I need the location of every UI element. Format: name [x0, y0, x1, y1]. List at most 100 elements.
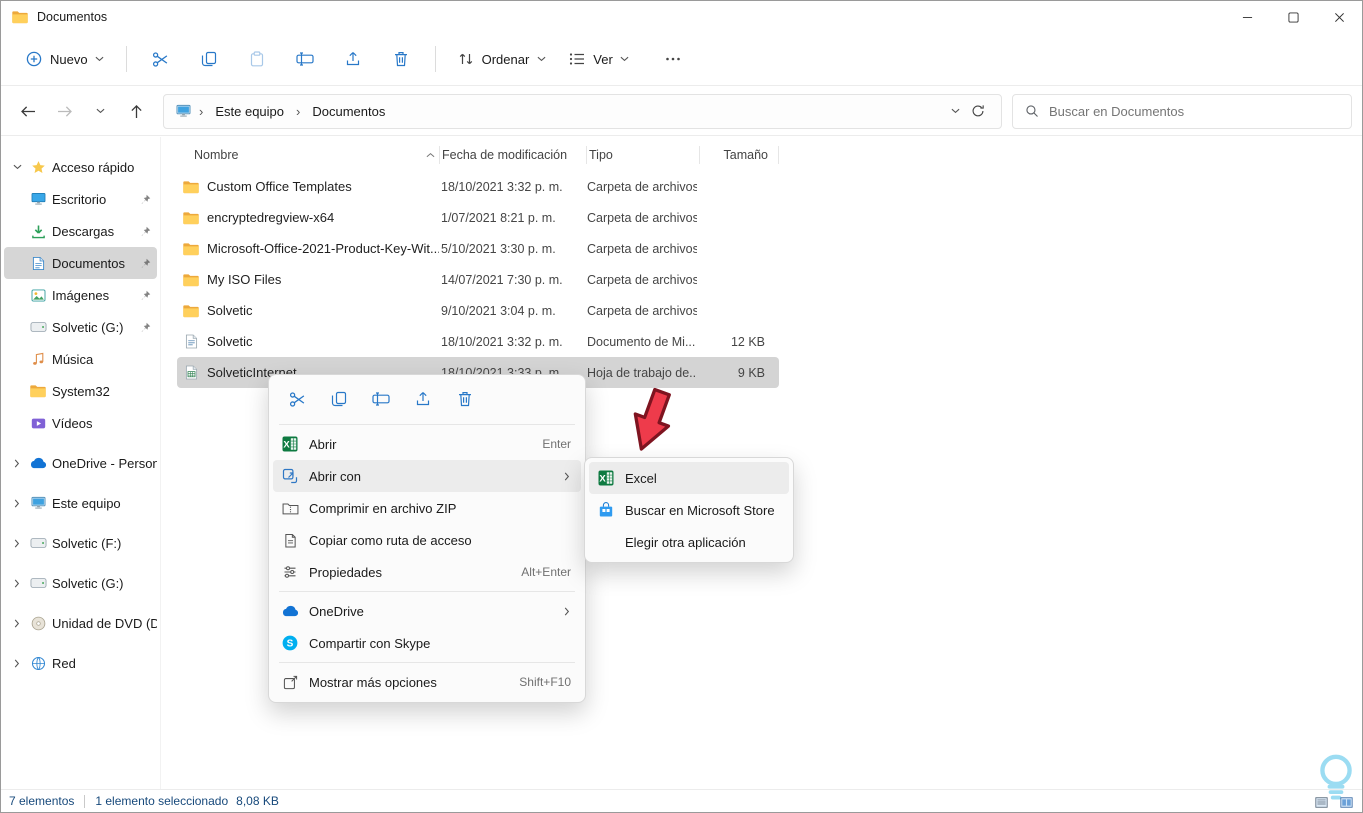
- cut-button[interactable]: [138, 41, 184, 77]
- paste-button[interactable]: [234, 41, 280, 77]
- sort-button[interactable]: Ordenar: [447, 41, 557, 77]
- minimize-button[interactable]: [1224, 1, 1270, 33]
- rename-button[interactable]: [361, 382, 401, 416]
- back-button[interactable]: [11, 94, 45, 128]
- address-dropdown-icon[interactable]: [949, 108, 961, 114]
- column-header-tamano[interactable]: Tamaño: [700, 148, 778, 162]
- sidebar-item-acceso-rapido[interactable]: Acceso rápido: [4, 151, 157, 183]
- file-type: Carpeta de archivos: [587, 179, 697, 194]
- sidebar-item-descargas[interactable]: Descargas: [4, 215, 157, 247]
- column-header-tipo[interactable]: Tipo: [587, 148, 699, 162]
- sidebar-item-este-equipo[interactable]: Este equipo: [4, 487, 157, 519]
- menu-item-comprimir-en-archivo-zip[interactable]: Comprimir en archivo ZIP: [273, 492, 581, 524]
- refresh-icon: [969, 104, 987, 118]
- column-separator[interactable]: [778, 145, 779, 164]
- breadcrumb-this-pc[interactable]: Este equipo: [210, 102, 289, 121]
- menu-item-label: Copiar como ruta de acceso: [309, 532, 472, 548]
- sidebar-nav: Acceso rápido Escritorio Descargas Document…: [1, 137, 161, 789]
- copy-button[interactable]: [186, 41, 232, 77]
- menu-separator: [279, 662, 575, 663]
- file-row-microsoft-office-2021-product-key-wit[interactable]: Microsoft-Office-2021-Product-Key-Wit...…: [177, 233, 779, 264]
- submenu-item-excel[interactable]: X Excel: [589, 462, 789, 494]
- sidebar-item-imagenes[interactable]: Imágenes: [4, 279, 157, 311]
- search-input[interactable]: [1049, 103, 1341, 119]
- folder-icon: [181, 273, 201, 287]
- sidebar-item-unidad-de-dvd-d[interactable]: Unidad de DVD (D:): [4, 607, 157, 639]
- menu-item-abrir[interactable]: X Abrir Enter: [273, 428, 581, 460]
- sidebar-item-solvetic-g[interactable]: Solvetic (G:): [4, 311, 157, 343]
- sidebar-item-label: Unidad de DVD (D:): [52, 615, 157, 631]
- chevron-right-icon[interactable]: [10, 619, 24, 628]
- sidebar-item-red[interactable]: Red: [4, 647, 157, 679]
- chevron-right-icon[interactable]: [10, 459, 24, 468]
- menu-shortcut: Enter: [542, 437, 571, 451]
- details-view-button[interactable]: [1311, 796, 1331, 809]
- delete-button[interactable]: [378, 41, 424, 77]
- menu-item-abrir-con[interactable]: Abrir con: [273, 460, 581, 492]
- chevron-down-icon[interactable]: [10, 164, 24, 170]
- sidebar-item-label: Red: [52, 655, 76, 671]
- forward-button[interactable]: [47, 94, 81, 128]
- file-row-solvetic[interactable]: Solvetic 9/10/2021 3:04 p. m. Carpeta de a…: [177, 295, 779, 326]
- file-row-encryptedregview-x64[interactable]: encryptedregview-x64 1/07/2021 8:21 p. m.…: [177, 202, 779, 233]
- column-header-nombre[interactable]: Nombre: [177, 148, 439, 162]
- file-type: Documento de Mi...: [587, 334, 696, 349]
- view-button[interactable]: Ver: [558, 41, 640, 77]
- file-row-custom-office-templates[interactable]: Custom Office Templates 18/10/2021 3:32 p…: [177, 171, 779, 202]
- share-button[interactable]: [403, 382, 443, 416]
- close-button[interactable]: [1316, 1, 1362, 33]
- file-size: 9 KB: [737, 365, 765, 380]
- rename-button[interactable]: [282, 41, 328, 77]
- maximize-button[interactable]: [1270, 1, 1316, 33]
- file-date: 1/07/2021 8:21 p. m.: [441, 210, 556, 225]
- sidebar-item-label: OneDrive - Personal: [52, 455, 157, 471]
- menu-item-mostrar-mas-opciones[interactable]: Mostrar más opciones Shift+F10: [273, 666, 581, 698]
- menu-item-label: Mostrar más opciones: [309, 674, 437, 690]
- open-with-icon: [281, 468, 299, 484]
- sidebar-item-label: Solvetic (G:): [52, 575, 124, 591]
- chevron-right-icon[interactable]: [10, 659, 24, 668]
- cut-button[interactable]: [277, 382, 317, 416]
- sidebar-item-escritorio[interactable]: Escritorio: [4, 183, 157, 215]
- pin-icon: [140, 226, 157, 237]
- videos-icon: [29, 418, 47, 429]
- new-button[interactable]: Nuevo: [15, 41, 115, 77]
- doc-icon: [181, 334, 201, 349]
- chevron-right-icon[interactable]: [10, 539, 24, 548]
- forward-arrow-icon: [55, 105, 73, 118]
- status-bar: 7 elementos 1 elemento seleccionado 8,08…: [1, 789, 1362, 812]
- svg-text:X: X: [599, 474, 606, 485]
- menu-item-onedrive[interactable]: OneDrive: [273, 595, 581, 627]
- file-name: Solvetic: [207, 334, 253, 349]
- menu-item-compartir-con-skype[interactable]: S Compartir con Skype: [273, 627, 581, 659]
- more-options-button[interactable]: [650, 41, 696, 77]
- menu-item-copiar-como-ruta-de-acceso[interactable]: Copiar como ruta de acceso: [273, 524, 581, 556]
- thumbnail-view-button[interactable]: [1336, 796, 1356, 809]
- submenu-item-elegir-otra-aplicacion[interactable]: Elegir otra aplicación: [589, 526, 789, 558]
- address-bar[interactable]: › Este equipo › Documentos: [163, 93, 1002, 129]
- sidebar-item-solvetic-g[interactable]: Solvetic (G:): [4, 567, 157, 599]
- this-pc-icon: [174, 104, 192, 118]
- menu-item-propiedades[interactable]: Propiedades Alt+Enter: [273, 556, 581, 588]
- delete-button[interactable]: [445, 382, 485, 416]
- breadcrumb-documents[interactable]: Documentos: [307, 102, 390, 121]
- chevron-right-icon[interactable]: [10, 579, 24, 588]
- sidebar-item-system32[interactable]: System32: [4, 375, 157, 407]
- recent-locations-button[interactable]: [83, 94, 117, 128]
- sidebar-item-documentos[interactable]: Documentos: [4, 247, 157, 279]
- file-row-my-iso-files[interactable]: My ISO Files 14/07/2021 7:30 p. m. Carpeta…: [177, 264, 779, 295]
- submenu-item-buscar-en-microsoft-store[interactable]: Buscar en Microsoft Store: [589, 494, 789, 526]
- sidebar-item-musica[interactable]: Música: [4, 343, 157, 375]
- sidebar-item-solvetic-f[interactable]: Solvetic (F:): [4, 527, 157, 559]
- chevron-right-icon[interactable]: [10, 499, 24, 508]
- column-header-fecha[interactable]: Fecha de modificación: [440, 148, 586, 162]
- copy-button[interactable]: [319, 382, 359, 416]
- title-bar: Documentos: [1, 1, 1362, 33]
- sidebar-item-videos[interactable]: Vídeos: [4, 407, 157, 439]
- up-button[interactable]: [119, 94, 153, 128]
- documents-icon: [29, 256, 47, 271]
- sidebar-item-onedrive-personal[interactable]: OneDrive - Personal: [4, 447, 157, 479]
- refresh-button[interactable]: [965, 98, 991, 124]
- share-button[interactable]: [330, 41, 376, 77]
- file-row-solvetic[interactable]: Solvetic 18/10/2021 3:32 p. m. Documento d…: [177, 326, 779, 357]
